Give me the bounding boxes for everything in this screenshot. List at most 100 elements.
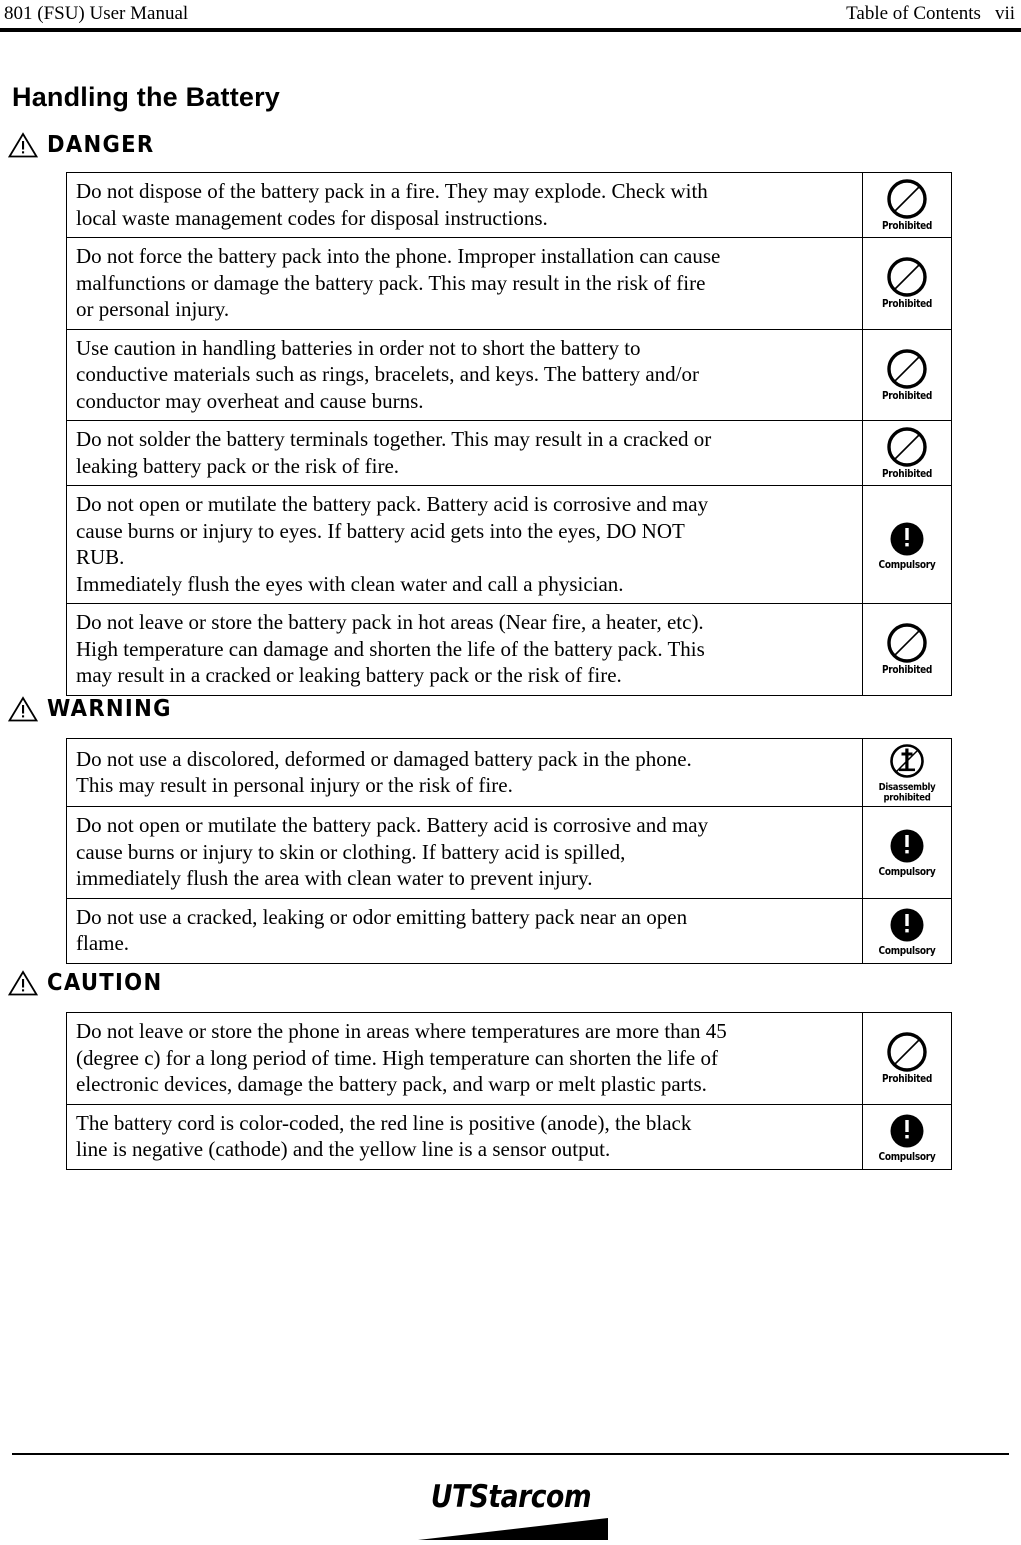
- notice-line: line is negative (cathode) and the yello…: [76, 1137, 611, 1161]
- prohibited-icon-glyph: [887, 349, 927, 389]
- compulsory-icon: Compulsory: [870, 904, 944, 957]
- notice-line: or personal injury.: [76, 297, 230, 321]
- notice-line: Do not open or mutilate the battery pack…: [76, 492, 709, 516]
- notice-text-cell: Do not leave or store the phone in areas…: [66, 1012, 863, 1105]
- disassembly-prohibited-icon: Disassembly prohibited: [870, 742, 944, 804]
- notice-line: cause burns or injury to skin or clothin…: [76, 839, 626, 864]
- notice-line: electronic devices, damage the battery p…: [76, 1072, 707, 1096]
- warning-heading-label: WARNING: [47, 696, 172, 722]
- notice-text-cell: Do not open or mutilate the battery pack…: [66, 806, 863, 899]
- notice-line: flame.: [76, 931, 130, 955]
- compulsory-icon: Compulsory: [870, 518, 944, 571]
- notice-line: Use caution in handling batteries in ord…: [76, 335, 641, 360]
- notice-icon-cell: Prohibited: [862, 328, 952, 421]
- notice-line: (degree c) for a long period of time. Hi…: [76, 1045, 718, 1070]
- notice-icon-cell: Compulsory: [862, 806, 952, 899]
- compulsory-icon-label: Compulsory: [878, 1151, 936, 1163]
- notice-line: cause burns or injury to eyes. If batter…: [76, 518, 685, 543]
- prohibited-icon: Prohibited: [870, 621, 944, 676]
- notice-line: Do not use a cracked, leaking or odor em…: [76, 904, 688, 929]
- header-manual-title: 801 (FSU) User Manual: [4, 3, 189, 24]
- table-row: The battery cord is color-coded, the red…: [66, 1103, 952, 1170]
- notice-line: The battery cord is color-coded, the red…: [76, 1110, 692, 1135]
- table-row: Do not solder the battery terminals toge…: [66, 420, 952, 486]
- table-row: Do not dispose of the battery pack in a …: [66, 172, 952, 238]
- header-divider-rule: [0, 28, 1021, 32]
- prohibited-icon-glyph: [887, 623, 927, 663]
- notice-text-cell: Do not open or mutilate the battery pack…: [66, 485, 863, 604]
- table-row: Do not use a discolored, deformed or dam…: [66, 738, 952, 807]
- notice-line: Do not open or mutilate the battery pack…: [76, 813, 709, 837]
- table-row: Do not open or mutilate the battery pack…: [66, 806, 952, 899]
- notice-icon-cell: Disassembly prohibited: [862, 738, 952, 807]
- danger-heading: DANGER: [8, 130, 164, 160]
- warning-triangle-icon: [8, 696, 38, 722]
- warning-triangle-icon: [8, 132, 38, 158]
- table-row: Do not use a cracked, leaking or odor em…: [66, 897, 952, 964]
- notice-line: High temperature can damage and shorten …: [76, 636, 705, 661]
- prohibited-icon-label: Prohibited: [881, 299, 933, 311]
- compulsory-icon-label: Compulsory: [878, 867, 936, 879]
- prohibited-icon: Prohibited: [870, 255, 944, 310]
- notice-text-cell: Do not use a cracked, leaking or odor em…: [66, 897, 863, 964]
- prohibited-icon: Prohibited: [870, 425, 944, 480]
- notice-text-cell: Use caution in handling batteries in ord…: [66, 328, 863, 421]
- notice-line: conductive materials such as rings, brac…: [76, 362, 699, 386]
- compulsory-icon-label: Compulsory: [878, 945, 936, 957]
- notice-text-cell: Do not solder the battery terminals toge…: [66, 420, 863, 486]
- disassembly-prohibited-icon-label: Disassembly prohibited: [878, 781, 936, 804]
- compulsory-icon-label: Compulsory: [878, 559, 936, 571]
- notice-line: immediately flush the area with clean wa…: [76, 866, 593, 890]
- warning-triangle-icon: [8, 970, 38, 996]
- notice-icon-cell: Compulsory: [862, 897, 952, 964]
- prohibited-icon-glyph: [887, 427, 927, 467]
- logo-swoosh-shape: [417, 1516, 608, 1540]
- notice-line: may result in a cracked or leaking batte…: [76, 663, 622, 687]
- notice-line: Do not leave or store the phone in areas…: [76, 1019, 727, 1043]
- notice-line: Do not dispose of the battery pack in a …: [76, 179, 708, 203]
- notice-line: conductor may overheat and cause burns.: [76, 388, 424, 413]
- prohibited-icon: Prohibited: [870, 347, 944, 402]
- logo-ut-text: UT: [430, 1479, 470, 1515]
- prohibited-icon-label: Prohibited: [881, 220, 933, 233]
- notice-text-cell: The battery cord is color-coded, the red…: [66, 1103, 863, 1170]
- notice-line: Do not solder the battery terminals toge…: [76, 427, 712, 451]
- table-row: Use caution in handling batteries in ord…: [66, 328, 952, 421]
- notice-line: leaking battery pack or the risk of fire…: [76, 453, 400, 478]
- prohibited-icon-label: Prohibited: [881, 468, 933, 481]
- logo-starcom-text: Starcom: [469, 1479, 591, 1515]
- logo-swoosh-glyph: [417, 1518, 608, 1540]
- notice-line: This may result in personal injury or th…: [76, 773, 513, 797]
- prohibited-icon: Prohibited: [870, 177, 944, 232]
- table-row: Do not leave or store the battery pack i…: [66, 603, 952, 696]
- danger-heading-label: DANGER: [47, 132, 155, 158]
- caution-heading-label: CAUTION: [47, 970, 163, 996]
- compulsory-icon: Compulsory: [870, 1110, 944, 1163]
- prohibited-icon-glyph: [887, 1032, 927, 1072]
- notice-icon-cell: Prohibited: [862, 420, 952, 486]
- prohibited-icon-label: Prohibited: [881, 665, 933, 677]
- notice-line: Do not force the battery pack into the p…: [76, 244, 721, 268]
- notice-line: Do not use a discolored, deformed or dam…: [76, 746, 692, 771]
- utstarcom-logo: UTStarcom: [396, 1480, 626, 1540]
- danger-notice-table: Do not dispose of the battery pack in a …: [66, 172, 952, 696]
- notice-text-cell: Do not force the battery pack into the p…: [66, 237, 863, 330]
- page-title: Handling the Battery: [12, 82, 281, 112]
- caution-notice-table: Do not leave or store the phone in areas…: [66, 1012, 952, 1170]
- notice-line: Immediately flush the eyes with clean wa…: [76, 571, 624, 596]
- prohibited-icon-label: Prohibited: [881, 1074, 933, 1086]
- table-row: Do not open or mutilate the battery pack…: [66, 485, 952, 604]
- caution-heading: CAUTION: [8, 968, 173, 998]
- table-row: Do not leave or store the phone in areas…: [66, 1012, 952, 1105]
- page-running-header: 801 (FSU) User Manual Table of Contents v…: [0, 0, 1021, 32]
- notice-text-cell: Do not leave or store the battery pack i…: [66, 603, 863, 696]
- notice-icon-cell: Prohibited: [862, 237, 952, 330]
- compulsory-icon: Compulsory: [870, 825, 944, 878]
- footer-logo: UTStarcom: [0, 1480, 1021, 1545]
- warning-notice-table: Do not use a discolored, deformed or dam…: [66, 738, 952, 964]
- compulsory-icon-glyph: [890, 829, 924, 863]
- page-folio-number: vii: [994, 3, 1015, 24]
- prohibited-icon-glyph: [887, 179, 927, 219]
- utstarcom-logo-text: UTStarcom: [412, 1480, 610, 1514]
- notice-text-cell: Do not dispose of the battery pack in a …: [66, 172, 863, 238]
